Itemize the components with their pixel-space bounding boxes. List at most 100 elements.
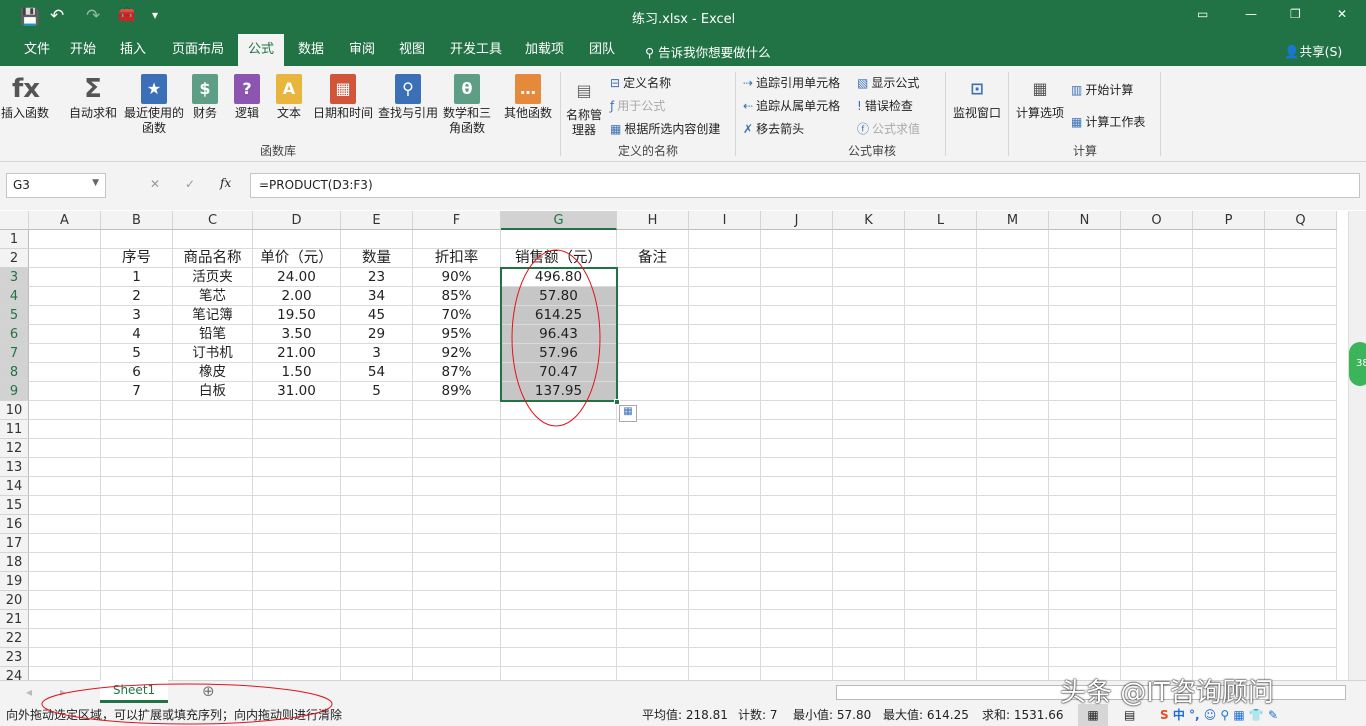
cell-F3[interactable]: 90% <box>413 268 501 287</box>
cell-C4[interactable]: 笔芯 <box>173 287 253 306</box>
sheet-tab-sheet1[interactable]: Sheet1 <box>100 680 168 703</box>
next-sheet-icon[interactable]: ▸ <box>60 685 66 699</box>
cell-D22[interactable] <box>253 629 341 648</box>
cell-H20[interactable] <box>617 591 689 610</box>
cell-A16[interactable] <box>29 515 101 534</box>
cell-A10[interactable] <box>29 401 101 420</box>
cell-M6[interactable] <box>977 325 1049 344</box>
cell-E13[interactable] <box>341 458 413 477</box>
cell-N9[interactable] <box>1049 382 1121 401</box>
cell-I6[interactable] <box>689 325 761 344</box>
more-functions-button[interactable]: … 其他函数 <box>500 74 556 121</box>
cell-Q13[interactable] <box>1265 458 1337 477</box>
quick-analysis-icon[interactable]: ▦ <box>619 405 637 422</box>
cell-J16[interactable] <box>761 515 833 534</box>
cell-O18[interactable] <box>1121 553 1193 572</box>
cell-F1[interactable] <box>413 230 501 249</box>
cell-J13[interactable] <box>761 458 833 477</box>
cell-E17[interactable] <box>341 534 413 553</box>
cell-L22[interactable] <box>905 629 977 648</box>
cell-J5[interactable] <box>761 306 833 325</box>
cell-B5[interactable]: 3 <box>101 306 173 325</box>
cell-K10[interactable] <box>833 401 905 420</box>
cell-E5[interactable]: 45 <box>341 306 413 325</box>
cell-A5[interactable] <box>29 306 101 325</box>
cell-Q5[interactable] <box>1265 306 1337 325</box>
cell-F13[interactable] <box>413 458 501 477</box>
tab-7[interactable]: 视图 <box>389 34 435 66</box>
cell-B15[interactable] <box>101 496 173 515</box>
cell-B10[interactable] <box>101 401 173 420</box>
cell-L12[interactable] <box>905 439 977 458</box>
cell-N14[interactable] <box>1049 477 1121 496</box>
cell-N6[interactable] <box>1049 325 1121 344</box>
cell-E6[interactable]: 29 <box>341 325 413 344</box>
cell-C17[interactable] <box>173 534 253 553</box>
cell-F2[interactable]: 折扣率 <box>413 249 501 268</box>
row-header-14[interactable]: 14 <box>0 477 29 496</box>
cell-Q3[interactable] <box>1265 268 1337 287</box>
cancel-icon[interactable]: ✕ <box>150 177 160 191</box>
cell-I21[interactable] <box>689 610 761 629</box>
cell-O23[interactable] <box>1121 648 1193 667</box>
cell-B2[interactable]: 序号 <box>101 249 173 268</box>
cell-B21[interactable] <box>101 610 173 629</box>
cell-D14[interactable] <box>253 477 341 496</box>
tab-0[interactable]: 文件 <box>14 34 60 66</box>
cell-E8[interactable]: 54 <box>341 363 413 382</box>
cell-O9[interactable] <box>1121 382 1193 401</box>
cell-P11[interactable] <box>1193 420 1265 439</box>
cell-I5[interactable] <box>689 306 761 325</box>
cell-D23[interactable] <box>253 648 341 667</box>
cell-M23[interactable] <box>977 648 1049 667</box>
cell-H8[interactable] <box>617 363 689 382</box>
cell-L13[interactable] <box>905 458 977 477</box>
show-formulas-button[interactable]: ▧ 显示公式 <box>857 74 919 91</box>
cell-Q17[interactable] <box>1265 534 1337 553</box>
cell-F19[interactable] <box>413 572 501 591</box>
cell-D10[interactable] <box>253 401 341 420</box>
row-header-3[interactable]: 3 <box>0 268 29 287</box>
cell-L24[interactable] <box>905 667 977 680</box>
cell-J21[interactable] <box>761 610 833 629</box>
cell-L8[interactable] <box>905 363 977 382</box>
cell-H11[interactable] <box>617 420 689 439</box>
cell-Q18[interactable] <box>1265 553 1337 572</box>
cell-B24[interactable] <box>101 667 173 680</box>
row-header-1[interactable]: 1 <box>0 230 29 249</box>
cell-D12[interactable] <box>253 439 341 458</box>
toolbox-icon[interactable]: 🧰 <box>118 7 135 23</box>
row-header-23[interactable]: 23 <box>0 648 29 667</box>
cell-D15[interactable] <box>253 496 341 515</box>
cell-A20[interactable] <box>29 591 101 610</box>
cell-J19[interactable] <box>761 572 833 591</box>
row-header-21[interactable]: 21 <box>0 610 29 629</box>
lookup-button[interactable]: ⚲ 查找与引用 <box>376 74 440 121</box>
cell-J6[interactable] <box>761 325 833 344</box>
cell-A12[interactable] <box>29 439 101 458</box>
tab-6[interactable]: 审阅 <box>339 34 385 66</box>
cell-K20[interactable] <box>833 591 905 610</box>
tab-8[interactable]: 开发工具 <box>440 34 512 66</box>
row-header-13[interactable]: 13 <box>0 458 29 477</box>
cell-H14[interactable] <box>617 477 689 496</box>
cell-G2[interactable]: 销售额（元） <box>501 249 617 268</box>
create-from-selection-button[interactable]: ▦ 根据所选内容创建 <box>610 120 720 137</box>
cell-N19[interactable] <box>1049 572 1121 591</box>
cell-D18[interactable] <box>253 553 341 572</box>
undo-icon[interactable]: ↶ <box>50 6 64 26</box>
cell-L3[interactable] <box>905 268 977 287</box>
cell-C3[interactable]: 活页夹 <box>173 268 253 287</box>
cell-L1[interactable] <box>905 230 977 249</box>
cell-Q6[interactable] <box>1265 325 1337 344</box>
side-badge[interactable]: 38 <box>1349 342 1366 386</box>
cell-O5[interactable] <box>1121 306 1193 325</box>
cell-L10[interactable] <box>905 401 977 420</box>
cell-H23[interactable] <box>617 648 689 667</box>
cell-L21[interactable] <box>905 610 977 629</box>
date-time-button[interactable]: ▦ 日期和时间 <box>310 74 376 121</box>
cell-G17[interactable] <box>501 534 617 553</box>
cell-G16[interactable] <box>501 515 617 534</box>
cell-B1[interactable] <box>101 230 173 249</box>
cell-H3[interactable] <box>617 268 689 287</box>
